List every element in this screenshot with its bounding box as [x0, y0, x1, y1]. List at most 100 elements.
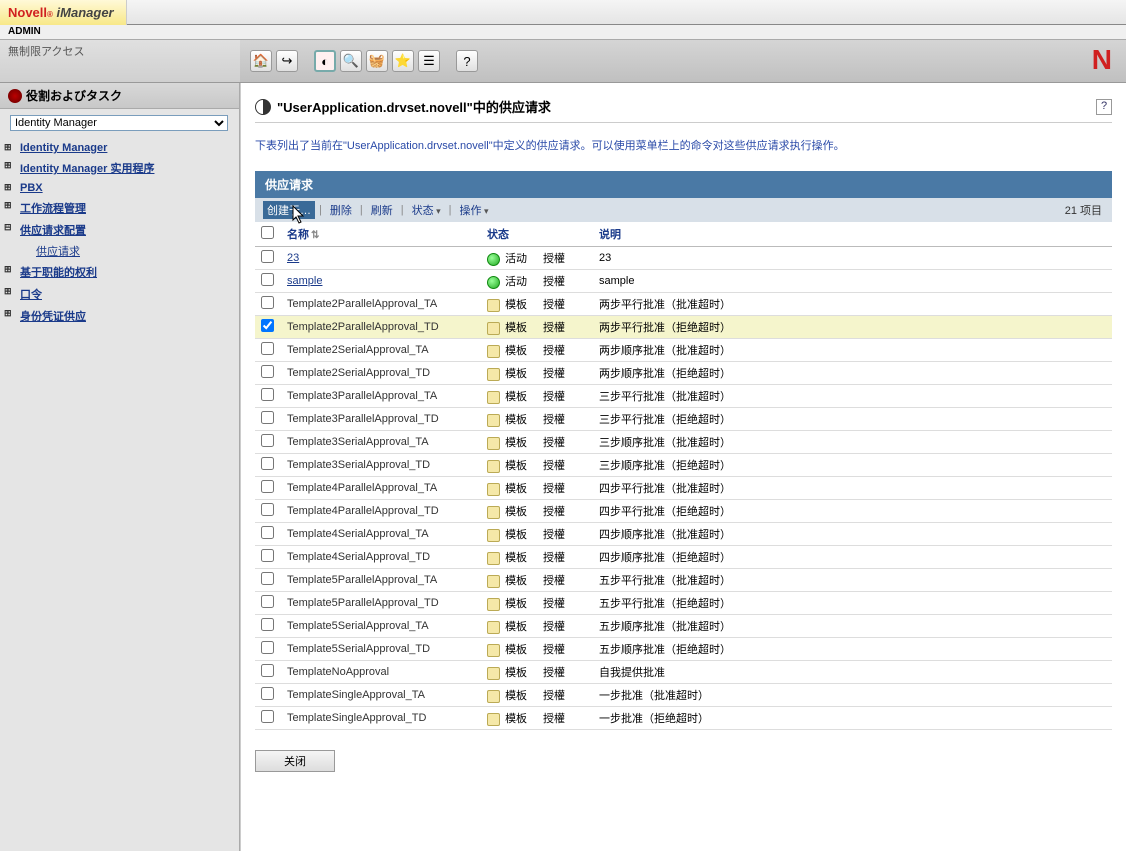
row-checkbox[interactable]: [261, 250, 274, 263]
row-checkbox[interactable]: [261, 411, 274, 424]
row-checkbox[interactable]: [261, 434, 274, 447]
row-category: 授權: [537, 316, 593, 339]
row-status: 模板: [505, 368, 527, 380]
row-name: Template3SerialApproval_TD: [287, 459, 430, 471]
row-checkbox[interactable]: [261, 572, 274, 585]
status-icon: [487, 713, 500, 726]
page-description: 下表列出了当前在"UserApplication.drvset.novell"中…: [255, 123, 1112, 171]
roles-icon[interactable]: ◐: [314, 50, 336, 72]
row-checkbox[interactable]: [261, 618, 274, 631]
row-name[interactable]: 23: [287, 252, 299, 264]
row-name: TemplateSingleApproval_TD: [287, 712, 426, 724]
sidebar-item[interactable]: ⊞PBX: [6, 179, 233, 197]
row-name[interactable]: sample: [287, 275, 322, 287]
sidebar-item[interactable]: ⊞身份凭证供应: [6, 305, 233, 327]
status-icon: [487, 483, 500, 496]
row-category: 授權: [537, 523, 593, 546]
col-name[interactable]: 名称: [287, 229, 309, 241]
row-checkbox[interactable]: [261, 664, 274, 677]
create-action[interactable]: 创建于…: [263, 201, 315, 219]
sidebar-item[interactable]: ⊞口令: [6, 283, 233, 305]
status-icon: [487, 299, 500, 312]
search-icon[interactable]: 🔍: [340, 50, 362, 72]
expand-icon[interactable]: ⊞: [4, 308, 12, 319]
row-status: 模板: [505, 322, 527, 334]
yinyang-icon: [255, 99, 271, 115]
row-checkbox[interactable]: [261, 526, 274, 539]
row-checkbox[interactable]: [261, 641, 274, 654]
col-category[interactable]: [537, 222, 593, 247]
expand-icon[interactable]: ⊞: [4, 160, 12, 171]
row-name: Template5ParallelApproval_TD: [287, 597, 439, 609]
row-checkbox[interactable]: [261, 457, 274, 470]
sidebar-item[interactable]: ⊞Identity Manager 实用程序: [6, 157, 233, 179]
expand-icon[interactable]: ⊞: [4, 264, 12, 275]
favorites-icon[interactable]: ⭐: [392, 50, 414, 72]
expand-icon[interactable]: ⊞: [4, 142, 12, 153]
row-status: 模板: [505, 575, 527, 587]
help-toolbar-icon[interactable]: ?: [456, 50, 478, 72]
row-checkbox[interactable]: [261, 687, 274, 700]
novell-n-logo: N: [1092, 44, 1112, 76]
row-checkbox[interactable]: [261, 595, 274, 608]
row-category: 授權: [537, 546, 593, 569]
refresh-action[interactable]: 刷新: [367, 201, 397, 219]
expand-icon[interactable]: ⊟: [4, 222, 12, 233]
status-icon: [487, 621, 500, 634]
row-name: TemplateSingleApproval_TA: [287, 689, 425, 701]
delete-action[interactable]: 删除: [326, 201, 356, 219]
col-status[interactable]: 状态: [481, 222, 537, 247]
ops-action[interactable]: 操作: [455, 201, 492, 219]
row-checkbox[interactable]: [261, 296, 274, 309]
sidebar-item[interactable]: ⊞工作流程管理: [6, 197, 233, 219]
row-checkbox[interactable]: [261, 319, 274, 332]
select-all-checkbox[interactable]: [261, 226, 274, 239]
table-row: sample 活动授權sample: [255, 270, 1112, 293]
row-category: 授權: [537, 569, 593, 592]
row-checkbox[interactable]: [261, 549, 274, 562]
expand-icon[interactable]: ⊞: [4, 182, 12, 193]
admin-row: ADMIN: [0, 25, 1126, 40]
row-category: 授權: [537, 707, 593, 730]
top-banner: Novell® iManager: [0, 0, 1126, 25]
col-desc[interactable]: 说明: [593, 222, 1112, 247]
row-status: 模板: [505, 598, 527, 610]
row-desc: 两步顺序批准（拒绝超时）: [593, 362, 1112, 385]
status-icon: [487, 437, 500, 450]
sidebar-child-item[interactable]: 供应请求: [6, 241, 233, 261]
row-checkbox[interactable]: [261, 273, 274, 286]
row-category: 授權: [537, 362, 593, 385]
sidebar-item[interactable]: ⊞Identity Manager: [6, 139, 233, 157]
row-status: 模板: [505, 690, 527, 702]
row-desc: 四步平行批准（拒绝超时）: [593, 500, 1112, 523]
sidebar-item[interactable]: ⊟供应请求配置: [6, 219, 233, 241]
row-checkbox[interactable]: [261, 503, 274, 516]
row-checkbox[interactable]: [261, 710, 274, 723]
row-desc: 一步批准（拒绝超时）: [593, 707, 1112, 730]
row-checkbox[interactable]: [261, 365, 274, 378]
sidebar-select[interactable]: Identity Manager: [10, 115, 228, 131]
row-name: Template4ParallelApproval_TD: [287, 505, 439, 517]
row-desc: 四步顺序批准（批准超时）: [593, 523, 1112, 546]
status-action[interactable]: 状态: [408, 201, 445, 219]
content-area: "UserApplication.drvset.novell"中的供应请求 ? …: [240, 83, 1126, 851]
expand-icon[interactable]: ⊞: [4, 286, 12, 297]
help-icon[interactable]: ?: [1096, 99, 1112, 115]
row-category: 授權: [537, 339, 593, 362]
close-button[interactable]: 关闭: [255, 750, 335, 772]
row-category: 授權: [537, 615, 593, 638]
row-checkbox[interactable]: [261, 342, 274, 355]
list-icon[interactable]: ☰: [418, 50, 440, 72]
shield-icon: [8, 89, 22, 103]
row-checkbox[interactable]: [261, 388, 274, 401]
basket-icon[interactable]: 🧺: [366, 50, 388, 72]
home-icon[interactable]: 🏠: [250, 50, 272, 72]
exit-icon[interactable]: ↪: [276, 50, 298, 72]
expand-icon[interactable]: ⊞: [4, 200, 12, 211]
row-category: 授權: [537, 408, 593, 431]
row-name: Template2ParallelApproval_TD: [287, 321, 439, 333]
row-checkbox[interactable]: [261, 480, 274, 493]
sidebar-item[interactable]: ⊞基于职能的权利: [6, 261, 233, 283]
row-category: 授權: [537, 592, 593, 615]
status-icon: [487, 253, 500, 266]
